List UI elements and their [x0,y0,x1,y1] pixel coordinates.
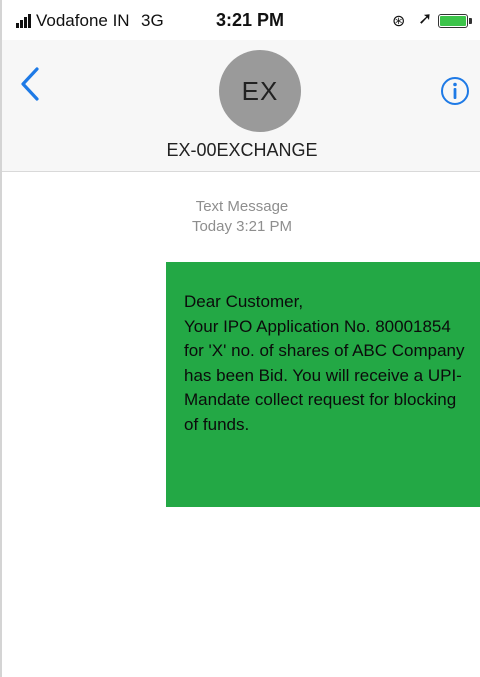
message-type-label: Text Message [195,198,289,215]
message-meta: Text Message Today 3:21 PM [2,197,480,237]
chevron-left-icon [21,67,39,101]
back-button[interactable] [20,66,50,110]
avatar-initials: EX [241,75,279,106]
message-bubble[interactable]: Dear Customer, Your IPO Application No. … [166,262,480,507]
conversation-header: EX EX-00EXCHANGE [2,40,480,172]
contact-avatar[interactable]: EX [219,50,301,132]
message-timestamp: Today 3:21 PM [191,218,293,235]
location-arrow-icon: ➚ [418,9,433,28]
status-icons: ⊛ ➚ [392,9,480,33]
carrier-name: Vodafone IN [36,11,130,30]
info-icon [441,77,469,105]
info-button[interactable] [440,76,470,106]
rotation-lock-icon: ⊛ [392,13,406,30]
network-type: 3G [141,11,164,30]
contact-name[interactable]: EX-00EXCHANGE [2,140,480,161]
signal-icon [16,14,36,28]
status-bar: Vodafone IN 3G 3:21 PM ⊛ ➚ [2,0,480,40]
messages-screen: Vodafone IN 3G 3:21 PM ⊛ ➚ EX EX-00EXCHA… [0,0,480,677]
message-greeting: Dear Customer, [184,292,304,311]
status-time: 3:21 PM [216,10,285,30]
battery-icon [438,14,468,28]
message-body: Your IPO Application No. 80001854 for 'X… [184,316,465,434]
